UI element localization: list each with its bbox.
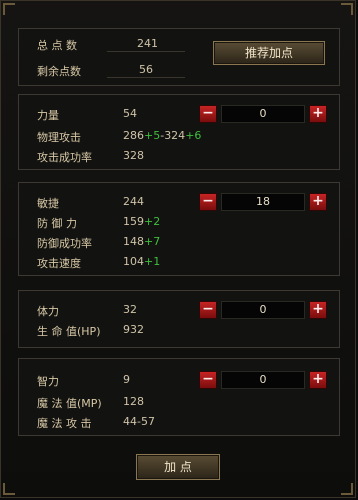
remaining-points-value: 56 <box>139 63 153 76</box>
stat-bonus: +6 <box>185 129 202 142</box>
intelligence-panel: 智力 9 − 0 + 魔 法 值(MP) 128 魔 法 攻 击 44-57 <box>18 358 340 436</box>
summary-panel: 总 点 数 241 剩余点数 56 推荐加点 <box>18 28 340 86</box>
intelligence-value: 9 <box>123 373 130 386</box>
magic-attack-label: 魔 法 攻 击 <box>37 417 92 430</box>
strength-panel: 力量 54 − 0 + 物理攻击 286+5-324+6 攻击成功率 328 <box>18 94 340 170</box>
agility-alloc-field[interactable]: 18 <box>221 193 305 211</box>
intelligence-minus-button[interactable]: − <box>199 371 217 389</box>
attack-speed-value: 104+1 <box>123 255 160 268</box>
hp-label: 生 命 值(HP) <box>37 325 101 338</box>
frame-corner <box>3 483 15 495</box>
stat-bonus: +7 <box>144 235 161 248</box>
total-points-value: 241 <box>137 37 158 50</box>
intelligence-plus-button[interactable]: + <box>309 371 327 389</box>
frame-corner <box>3 3 15 15</box>
vitality-value: 32 <box>123 303 137 316</box>
strength-value: 54 <box>123 107 137 120</box>
stat-base-max: -324 <box>160 129 186 142</box>
defense-rate-value: 148+7 <box>123 235 160 248</box>
physical-attack-value: 286+5-324+6 <box>123 129 201 142</box>
hp-value: 932 <box>123 323 144 336</box>
stat-base: 104 <box>123 255 144 268</box>
mp-value: 128 <box>123 395 144 408</box>
add-points-button[interactable]: 加 点 <box>136 454 220 480</box>
agility-stepper: − 18 + <box>199 193 327 211</box>
intelligence-label: 智力 <box>37 375 59 388</box>
strength-minus-button[interactable]: − <box>199 105 217 123</box>
strength-label: 力量 <box>37 109 59 122</box>
agility-label: 敏捷 <box>37 197 59 210</box>
physical-attack-label: 物理攻击 <box>37 131 81 144</box>
agility-minus-button[interactable]: − <box>199 193 217 211</box>
total-points-label: 总 点 数 <box>37 39 77 52</box>
stat-bonus: +2 <box>144 215 161 228</box>
agility-plus-button[interactable]: + <box>309 193 327 211</box>
vitality-alloc-field[interactable]: 0 <box>221 301 305 319</box>
defense-label: 防 御 力 <box>37 217 77 230</box>
agility-panel: 敏捷 244 − 18 + 防 御 力 159+2 防御成功率 148+7 攻击… <box>18 182 340 276</box>
attack-accuracy-value: 328 <box>123 149 144 162</box>
stat-bonus: +1 <box>144 255 161 268</box>
vitality-stepper: − 0 + <box>199 301 327 319</box>
magic-attack-value: 44-57 <box>123 415 155 428</box>
stat-base: 286 <box>123 129 144 142</box>
vitality-plus-button[interactable]: + <box>309 301 327 319</box>
vitality-label: 体力 <box>37 305 59 318</box>
defense-rate-label: 防御成功率 <box>37 237 92 250</box>
frame-corner <box>341 483 353 495</box>
vitality-panel: 体力 32 − 0 + 生 命 值(HP) 932 <box>18 290 340 348</box>
strength-alloc-field[interactable]: 0 <box>221 105 305 123</box>
defense-value: 159+2 <box>123 215 160 228</box>
mp-label: 魔 法 值(MP) <box>37 397 102 410</box>
remaining-points-label: 剩余点数 <box>37 65 81 78</box>
stat-base: 148 <box>123 235 144 248</box>
stat-base: 159 <box>123 215 144 228</box>
frame-corner <box>341 3 353 15</box>
attack-speed-label: 攻击速度 <box>37 257 81 270</box>
intelligence-stepper: − 0 + <box>199 371 327 389</box>
stat-bonus: +5 <box>144 129 161 142</box>
recommend-points-button[interactable]: 推荐加点 <box>213 41 325 65</box>
intelligence-alloc-field[interactable]: 0 <box>221 371 305 389</box>
vitality-minus-button[interactable]: − <box>199 301 217 319</box>
strength-plus-button[interactable]: + <box>309 105 327 123</box>
total-points-divider <box>107 51 185 52</box>
remaining-points-divider <box>107 77 185 78</box>
strength-stepper: − 0 + <box>199 105 327 123</box>
attack-accuracy-label: 攻击成功率 <box>37 151 92 164</box>
agility-value: 244 <box>123 195 144 208</box>
